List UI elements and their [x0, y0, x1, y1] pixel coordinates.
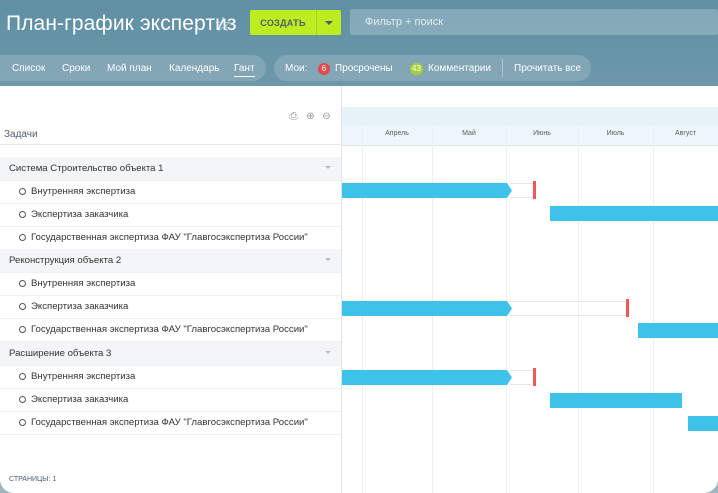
view-tabs: Список Сроки Мой план Календарь Гант — [0, 55, 266, 81]
bullet-icon — [19, 326, 26, 333]
gantt-toolbar: ⎙ ⊕ ⊖ — [0, 108, 341, 128]
tab-gantt[interactable]: Гант — [234, 63, 255, 77]
bullet-icon — [19, 373, 26, 380]
task-bar[interactable] — [342, 183, 512, 198]
bullet-icon — [19, 234, 26, 241]
chevron-down-icon[interactable] — [325, 166, 331, 169]
bullet-icon — [19, 303, 26, 310]
task-bar[interactable] — [688, 416, 718, 431]
baseline-bar — [510, 301, 628, 316]
timeline-header-top — [342, 107, 718, 126]
task-row[interactable]: Государственная экспертиза ФАУ "Главгосэ… — [0, 226, 341, 250]
task-bar[interactable] — [342, 301, 512, 316]
task-row[interactable]: Внутренняя экспертиза — [0, 365, 341, 389]
task-row[interactable]: Экспертиза заказчика — [0, 295, 341, 319]
divider — [502, 59, 503, 77]
group-name: Расширение объекта 3 — [9, 348, 112, 359]
task-name[interactable]: Внутренняя экспертиза — [31, 371, 135, 382]
tab-calendar[interactable]: Календарь — [169, 63, 219, 74]
chevron-down-icon[interactable] — [325, 258, 331, 261]
star-icon[interactable]: ☆ — [214, 12, 232, 37]
task-name[interactable]: Внутренняя экспертиза — [31, 278, 135, 289]
bullet-icon — [19, 211, 26, 218]
page-title: План-график экспертиз — [6, 12, 237, 35]
baseline-bar — [510, 370, 535, 385]
tasks-header-label: Задачи — [4, 129, 38, 140]
task-bar[interactable] — [550, 393, 682, 408]
task-group[interactable]: Система Строительство объекта 1 — [0, 157, 341, 181]
task-row[interactable]: Внутренняя экспертиза — [0, 272, 341, 296]
bullet-icon — [19, 188, 26, 195]
app-window: План-график экспертиз ☆ СОЗДАТЬ Фильтр +… — [0, 0, 718, 493]
task-name[interactable]: Экспертиза заказчика — [31, 394, 128, 405]
search-placeholder: Фильтр + поиск — [365, 16, 444, 28]
read-all-button[interactable]: Прочитать все — [514, 63, 581, 74]
my-label: Мои: — [285, 63, 308, 74]
print-icon[interactable]: ⎙ — [288, 111, 299, 122]
task-group[interactable]: Расширение объекта 3 — [0, 342, 341, 366]
pagination: СТРАНИЦЫ: 1 — [9, 476, 57, 483]
task-name[interactable]: Экспертиза заказчика — [31, 209, 128, 220]
group-name: Реконструкция объекта 2 — [9, 255, 122, 266]
month-label: Май — [462, 130, 476, 137]
zoom-out-icon[interactable]: ⊖ — [321, 111, 332, 122]
task-bar[interactable] — [342, 370, 512, 385]
deadline-marker — [533, 368, 536, 386]
comments-link[interactable]: Комментарии — [428, 63, 491, 74]
gantt-panel: ⎙ ⊕ ⊖ Задачи Система Строительство объек… — [0, 86, 718, 493]
tab-my-plan[interactable]: Мой план — [107, 63, 152, 74]
task-group[interactable]: Реконструкция объекта 2 — [0, 249, 341, 273]
chevron-down-icon[interactable] — [325, 351, 331, 354]
zoom-in-icon[interactable]: ⊕ — [305, 111, 316, 122]
task-row[interactable]: Экспертиза заказчика — [0, 388, 341, 412]
task-row[interactable]: Экспертиза заказчика — [0, 203, 341, 227]
create-button-label: СОЗДАТЬ — [260, 17, 306, 28]
tasks-column-header: Задачи — [0, 126, 341, 145]
month-label: Июль — [606, 130, 625, 137]
deadline-marker — [533, 181, 536, 199]
task-bar[interactable] — [638, 323, 718, 338]
tab-deadlines[interactable]: Сроки — [62, 63, 90, 74]
month-label: Июнь — [533, 130, 551, 137]
task-name[interactable]: Государственная экспертиза ФАУ "Главгосэ… — [31, 324, 308, 335]
task-name[interactable]: Государственная экспертиза ФАУ "Главгосэ… — [31, 417, 308, 428]
comments-badge: 43 — [410, 63, 423, 75]
gantt-chart: Апрель Май Июнь Июль Август — [342, 86, 718, 493]
task-bar[interactable] — [550, 206, 718, 221]
deadline-marker — [626, 299, 629, 317]
bullet-icon — [19, 396, 26, 403]
task-name[interactable]: Внутренняя экспертиза — [31, 186, 135, 197]
month-label: Апрель — [385, 130, 409, 137]
bullet-icon — [19, 419, 26, 426]
task-row[interactable]: Внутренняя экспертиза — [0, 180, 341, 204]
search-input[interactable]: Фильтр + поиск — [350, 9, 718, 35]
overdue-link[interactable]: Просрочены — [335, 63, 393, 74]
create-button[interactable]: СОЗДАТЬ — [250, 10, 341, 35]
counters-bar: Мои: 6 Просрочены 43 Комментарии Прочита… — [274, 55, 591, 81]
task-name[interactable]: Экспертиза заказчика — [31, 301, 128, 312]
baseline-bar — [510, 183, 535, 198]
task-row[interactable]: Государственная экспертиза ФАУ "Главгосэ… — [0, 318, 341, 342]
overdue-badge: 6 — [318, 63, 330, 75]
tab-list[interactable]: Список — [12, 63, 45, 74]
month-label: Август — [674, 130, 697, 137]
bullet-icon — [19, 280, 26, 287]
group-name: Система Строительство объекта 1 — [9, 163, 164, 174]
grid-line — [653, 126, 654, 493]
task-name[interactable]: Государственная экспертиза ФАУ "Главгосэ… — [31, 232, 308, 243]
task-list: ⎙ ⊕ ⊖ Задачи Система Строительство объек… — [0, 86, 342, 493]
chevron-down-icon[interactable] — [317, 21, 341, 25]
task-row[interactable]: Государственная экспертиза ФАУ "Главгосэ… — [0, 411, 341, 435]
